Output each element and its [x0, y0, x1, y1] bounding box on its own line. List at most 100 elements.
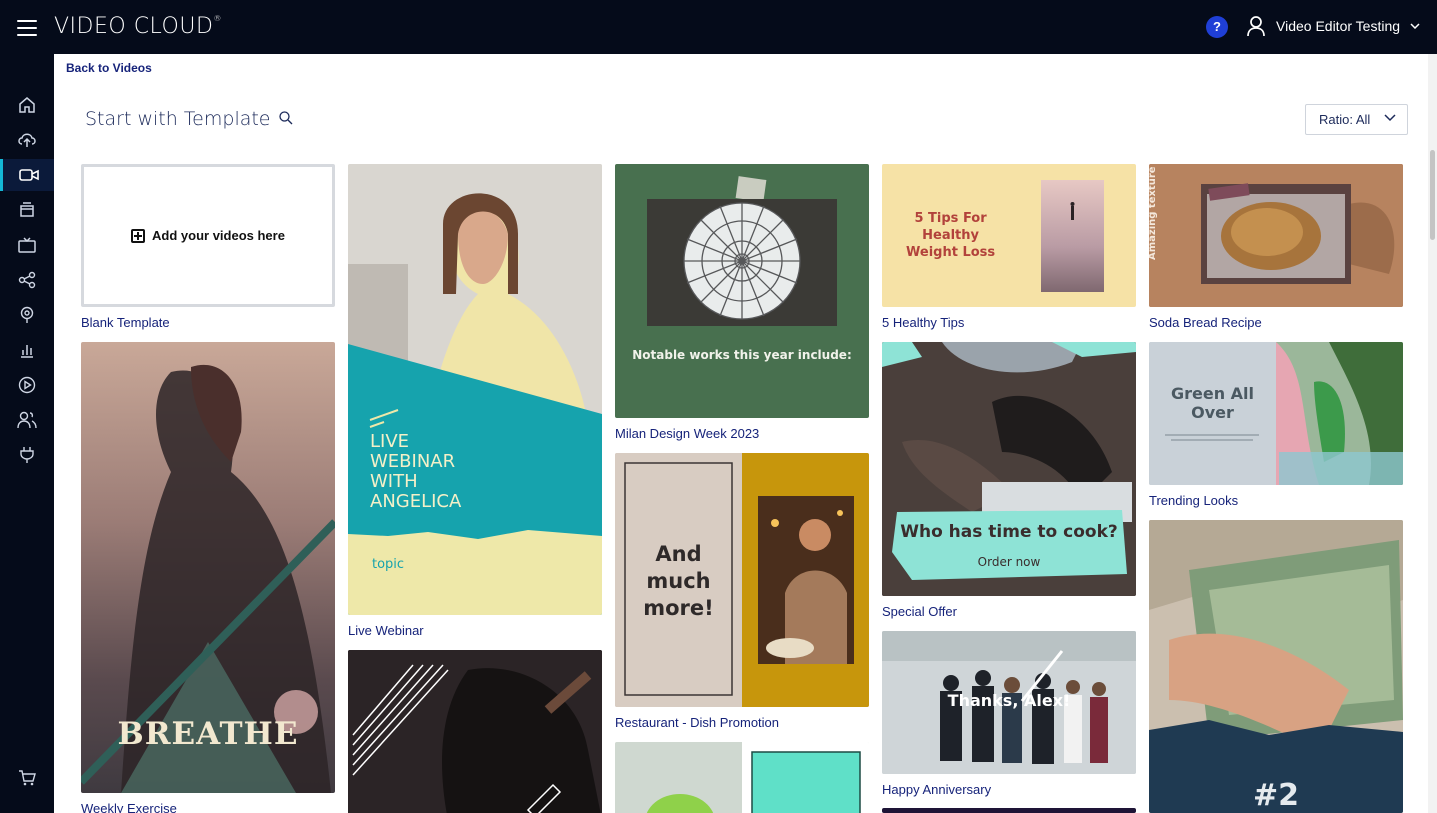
media-library-icon	[20, 202, 34, 217]
template-card-money[interactable]: #2	[1149, 520, 1403, 813]
plugin-icon	[20, 447, 34, 463]
sidebar	[0, 54, 54, 813]
page-title: Start with Template	[85, 108, 271, 130]
main-content: Back to Videos Start with Template Ratio…	[54, 54, 1428, 813]
template-thumbnail: Notable works this year include:	[615, 164, 869, 418]
analytics-icon	[21, 345, 33, 358]
user-icon	[1247, 16, 1265, 37]
template-label: Blank Template	[81, 315, 170, 330]
live-webinar-art	[348, 164, 602, 615]
template-thumbnail: Who has time to cook? Order now	[882, 342, 1136, 596]
template-thumbnail: #2	[1149, 520, 1403, 813]
player-icon	[18, 376, 36, 394]
soda-bread-text: Amazing texture	[1149, 166, 1158, 260]
template-thumbnail: Amazing texture	[1149, 164, 1403, 307]
template-card-soda-bread[interactable]: Amazing texture Soda Bread Recipe	[1149, 164, 1403, 330]
webinar-topic: topic	[372, 557, 405, 572]
sidebar-item-home[interactable]	[0, 89, 54, 121]
brand-logo: VIDEO CLOUD®	[54, 14, 222, 39]
template-label: Special Offer	[882, 604, 957, 619]
user-name: Video Editor Testing	[1276, 18, 1401, 34]
template-card-trending[interactable]: Green All Over Trending Looks	[1149, 342, 1403, 508]
sidebar-item-media[interactable]	[0, 194, 54, 226]
video-camera-icon	[18, 169, 39, 181]
search-icon	[279, 111, 293, 125]
back-to-videos-link[interactable]: Back to Videos	[66, 61, 152, 75]
upload-icon	[18, 133, 36, 147]
add-videos-cta[interactable]: Add your videos here	[131, 228, 285, 243]
template-label: Milan Design Week 2023	[615, 426, 760, 441]
template-label: Trending Looks	[1149, 493, 1239, 508]
template-card-live-webinar[interactable]: LIVE WEBINAR WITH ANGELICA topic Live We…	[348, 164, 602, 638]
tv-icon	[18, 237, 36, 253]
template-thumbnail	[882, 808, 1136, 813]
template-card-weekly-exercise[interactable]: BREATHE Weekly Exercise	[81, 342, 335, 813]
home-icon	[19, 97, 35, 113]
template-label: Live Webinar	[348, 623, 424, 638]
template-card-dark[interactable]	[882, 808, 1136, 813]
help-button[interactable]: ?	[1206, 16, 1228, 38]
template-thumbnail: LIVE WEBINAR WITH ANGELICA topic	[348, 164, 602, 615]
ratio-dropdown[interactable]: Ratio: All	[1305, 104, 1408, 135]
restaurant-text: And much more!	[643, 542, 714, 620]
template-thumbnail: Add your videos here	[81, 164, 335, 307]
sidebar-item-tv[interactable]	[0, 229, 54, 261]
sidebar-item-videos[interactable]	[0, 159, 54, 191]
chevron-down-icon	[1384, 114, 1396, 122]
breathe-text: BREATHE	[117, 716, 299, 752]
template-thumbnail	[348, 650, 602, 813]
chevron-down-icon	[1410, 23, 1420, 29]
cart-icon	[19, 770, 36, 786]
money-art	[1149, 520, 1403, 813]
template-card-healthy-tips[interactable]: 5 Tips For Healthy Weight Loss 5 Healthy…	[882, 164, 1136, 330]
ratio-label: Ratio: All	[1319, 112, 1371, 127]
template-thumbnail: Green All Over	[1149, 342, 1403, 485]
sidebar-item-integrations[interactable]	[0, 439, 54, 471]
sidebar-item-users[interactable]	[0, 404, 54, 436]
milan-dome-art	[647, 176, 837, 326]
anniversary-text: Thanks, Alex!	[947, 691, 1071, 710]
template-card-green[interactable]	[615, 742, 869, 813]
users-icon	[17, 411, 37, 429]
webinar-title: LIVE WEBINAR WITH ANGELICA	[370, 431, 462, 512]
share-icon	[18, 271, 36, 289]
template-card-blank[interactable]: Add your videos here Blank Template	[81, 164, 335, 330]
template-label: 5 Healthy Tips	[882, 315, 965, 330]
template-thumbnail: Thanks, Alex!	[882, 631, 1136, 774]
template-thumbnail: 5 Tips For Healthy Weight Loss	[882, 164, 1136, 307]
template-card-special-offer[interactable]: Who has time to cook? Order now Special …	[882, 342, 1136, 619]
sidebar-item-cart[interactable]	[0, 762, 54, 794]
sidebar-item-analytics[interactable]	[0, 334, 54, 366]
green-art	[615, 742, 869, 813]
sidebar-item-upload[interactable]	[0, 124, 54, 156]
user-menu[interactable]: Video Editor Testing	[1246, 15, 1420, 37]
template-label: Happy Anniversary	[882, 782, 992, 797]
soda-bread-art	[1149, 164, 1403, 307]
template-card-anniversary[interactable]: Thanks, Alex! Happy Anniversary	[882, 631, 1136, 797]
sidebar-item-players[interactable]	[0, 369, 54, 401]
template-label: Soda Bread Recipe	[1149, 315, 1262, 330]
healthy-tips-text: 5 Tips For Healthy Weight Loss	[906, 211, 996, 260]
sidebar-item-share[interactable]	[0, 264, 54, 296]
special-offer-sub: Order now	[977, 555, 1041, 569]
money-number: #2	[1252, 778, 1299, 813]
template-label: Restaurant - Dish Promotion	[615, 715, 780, 730]
template-card-product[interactable]	[348, 650, 602, 813]
template-card-milan[interactable]: Notable works this year include: Milan D…	[615, 164, 869, 441]
top-bar: VIDEO CLOUD® ? Video Editor Testing	[0, 0, 1437, 54]
menu-icon[interactable]	[17, 20, 37, 36]
page-scrollbar[interactable]	[1428, 54, 1437, 813]
scrollbar-thumb[interactable]	[1430, 150, 1435, 240]
template-thumbnail: And much more!	[615, 453, 869, 707]
template-card-restaurant[interactable]: And much more! Restaurant - Dish Promoti…	[615, 453, 869, 730]
template-label: Weekly Exercise	[81, 801, 177, 813]
template-thumbnail: BREATHE	[81, 342, 335, 793]
search-button[interactable]	[279, 111, 293, 130]
template-thumbnail	[615, 742, 869, 813]
sidebar-item-live[interactable]	[0, 299, 54, 331]
milan-caption: Notable works this year include:	[632, 348, 852, 362]
product-art	[348, 650, 602, 813]
special-offer-headline: Who has time to cook?	[900, 522, 1118, 542]
trending-text: Green All Over	[1170, 384, 1255, 422]
live-icon	[20, 306, 34, 323]
